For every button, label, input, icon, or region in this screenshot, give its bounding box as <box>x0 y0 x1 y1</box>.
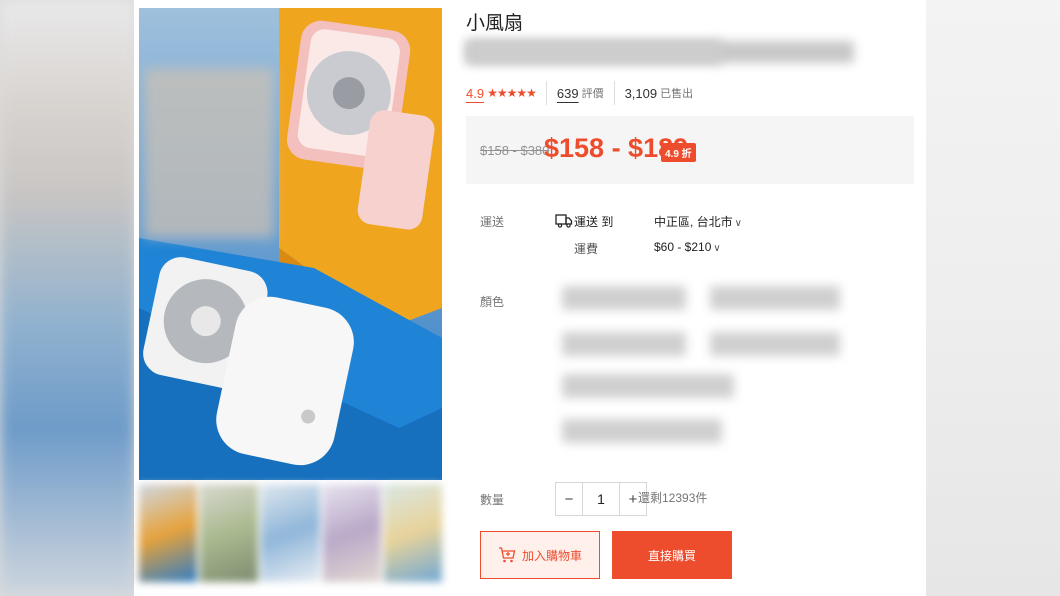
variant-option[interactable] <box>562 374 734 398</box>
buy-now-label: 直接購買 <box>647 548 696 563</box>
thumbnail[interactable] <box>200 484 259 582</box>
rating-stars-icon: ★★★★★ <box>487 86 537 100</box>
reviews-count[interactable]: 639 <box>557 86 579 101</box>
original-price: $158 - $380 <box>480 143 550 158</box>
fan-product-photo <box>139 8 442 480</box>
shipping-fee-select[interactable]: $60 - $210 ∨ <box>654 240 721 254</box>
decrease-button[interactable]: − <box>556 483 582 515</box>
shipping-location-select[interactable]: 中正區, 台北市 ∨ <box>654 213 742 230</box>
product-main-image[interactable] <box>139 8 442 480</box>
variant-option[interactable] <box>562 419 722 443</box>
blurred-title-line <box>466 40 722 64</box>
buy-now-button[interactable]: 直接購買 <box>612 531 732 579</box>
price-section: $158 - $380 $158 - $189 4.9 折 <box>466 116 914 184</box>
variant-option[interactable] <box>562 332 686 356</box>
shipping-location: 中正區, 台北市 <box>654 215 733 229</box>
divider <box>545 81 547 105</box>
thumbnail[interactable] <box>139 484 198 582</box>
quantity-input[interactable]: 1 <box>582 483 620 515</box>
shipping-fee: $60 - $210 <box>654 240 712 254</box>
thumbnail-strip <box>139 484 443 582</box>
stock-remaining: 還剩12393件 <box>638 491 708 505</box>
thumbnail[interactable] <box>261 484 320 582</box>
discount-badge: 4.9 折 <box>661 143 696 162</box>
truck-icon <box>555 214 573 228</box>
sold-count: 3,109 <box>624 85 658 101</box>
add-to-cart-button[interactable]: 加入購物車 <box>480 531 600 579</box>
divider <box>613 81 615 105</box>
add-to-cart-label: 加入購物車 <box>521 548 582 563</box>
backdrop-right <box>925 0 1060 596</box>
backdrop-left <box>0 0 135 596</box>
product-info: 小風扇 4.9 ★★★★★ 639 評價 3,109 已售出 $158 - $3… <box>466 0 916 596</box>
chevron-down-icon: ∨ <box>734 218 742 229</box>
quantity-label: 數量 <box>480 493 505 507</box>
shipping-to-label: 運送 到 <box>574 215 614 229</box>
chevron-down-icon: ∨ <box>713 243 721 254</box>
product-card: 小風扇 4.9 ★★★★★ 639 評價 3,109 已售出 $158 - $3… <box>134 0 926 596</box>
variant-option[interactable] <box>710 332 840 356</box>
cart-plus-icon <box>498 547 516 563</box>
product-stats: 4.9 ★★★★★ 639 評價 3,109 已售出 <box>466 81 694 105</box>
variant-label: 顏色 <box>480 295 505 309</box>
rating-value[interactable]: 4.9 <box>466 86 484 101</box>
variant-option[interactable] <box>710 286 840 310</box>
shipping-label: 運送 <box>480 215 505 229</box>
thumbnail[interactable] <box>383 484 443 582</box>
variant-option[interactable] <box>562 286 686 310</box>
product-title-text: 小風扇 <box>466 13 524 34</box>
sold-label: 已售出 <box>660 88 694 100</box>
thumbnail[interactable] <box>322 484 381 582</box>
shipping-fee-label: 運費 <box>574 242 599 256</box>
quantity-stepper: − 1 + <box>555 482 647 516</box>
reviews-label: 評價 <box>581 88 604 100</box>
